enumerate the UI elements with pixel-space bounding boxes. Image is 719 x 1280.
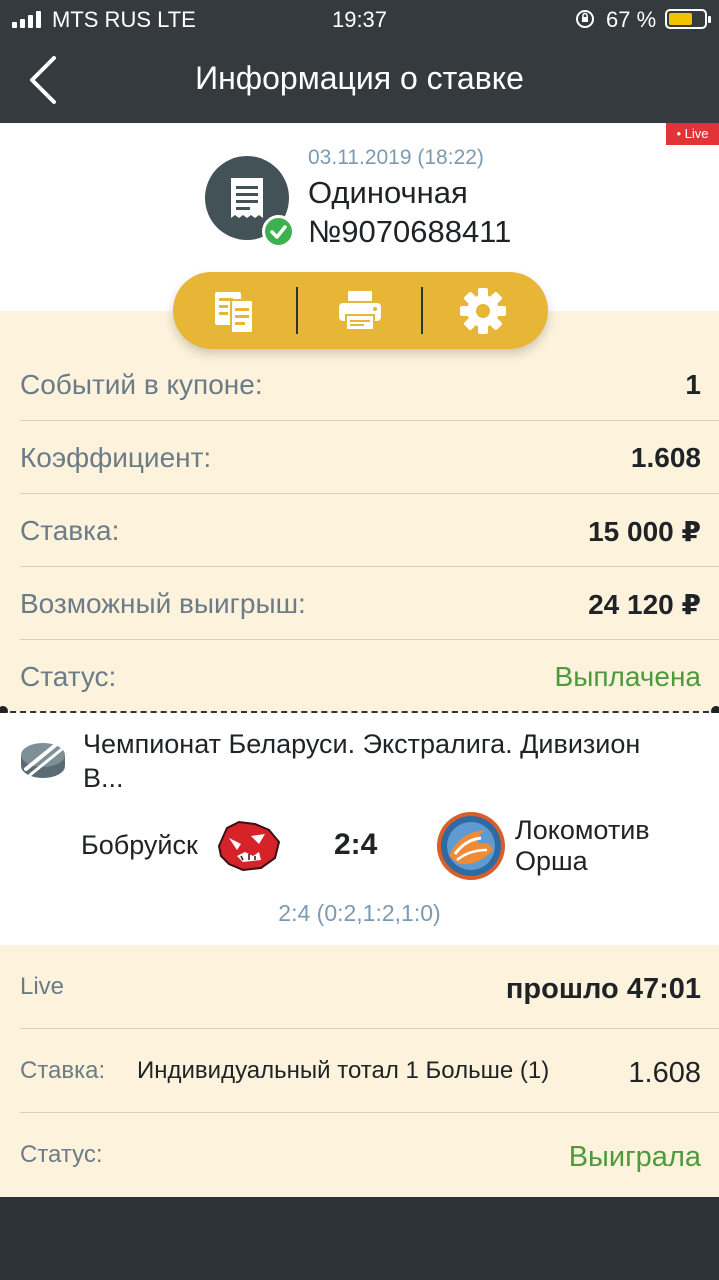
printer-icon [339, 291, 381, 331]
bet-coefficient: 1.608 [628, 1057, 701, 1089]
bet-label: Ставка: [20, 1057, 106, 1084]
elapsed-time: прошло 47:01 [505, 973, 701, 1005]
status-value: Выплачена [554, 661, 701, 692]
divider [20, 1028, 719, 1029]
bet-description: Индивидуальный тотал 1 Больше (1) [137, 1057, 550, 1084]
lokomotiv-orsha-logo [435, 810, 507, 882]
possible-win-value: 24 120 ₽ [588, 589, 701, 620]
live-label: Live [20, 973, 65, 1000]
bet-status-label: Статус: [20, 1141, 103, 1168]
divider [20, 1112, 719, 1113]
status-label: Статус: [20, 661, 117, 692]
bet-status-value: Выиграла [568, 1141, 701, 1173]
stake-value: 15 000 ₽ [588, 516, 701, 547]
league-name[interactable]: Чемпионат Беларуси. Экстралига. Дивизион… [83, 727, 683, 795]
status-bar: MTS RUS LTE 19:37 67 % [0, 0, 719, 40]
period-scores: 2:4 (0:2,1:2,1:0) [278, 900, 441, 926]
divider [20, 639, 719, 640]
stake-label: Ставка: [20, 515, 120, 546]
gear-icon [460, 288, 506, 334]
divider [20, 420, 719, 421]
match-score: 2:4 [334, 828, 378, 861]
coefficient-value: 1.608 [630, 442, 701, 473]
live-badge: • Live [666, 123, 719, 145]
bet-number: №9070688411 [308, 214, 512, 249]
copy-coupon-button[interactable] [173, 272, 297, 349]
settings-button[interactable] [423, 272, 547, 349]
coupon-summary: Событий в купоне: 1 Коэффициент: 1.608 С… [0, 311, 719, 713]
rotation-lock-icon [574, 8, 596, 36]
possible-win-label: Возможный выигрыш: [20, 588, 306, 619]
events-count-value: 1 [685, 369, 701, 400]
document-copy-icon [215, 292, 254, 334]
away-team-name: Локомотив Орша [515, 815, 650, 876]
bet-detail: Live прошло 47:01 Ставка: Индивидуальный… [0, 945, 719, 1197]
print-button[interactable] [298, 272, 422, 349]
coefficient-label: Коэффициент: [20, 442, 212, 473]
bobruisk-logo [215, 820, 283, 872]
divider [20, 493, 719, 494]
home-team-name: Бобруйск [81, 830, 198, 860]
divider [20, 566, 719, 567]
events-count-label: Событий в купоне: [20, 369, 263, 400]
bet-type: Одиночная [308, 175, 468, 210]
page-title: Информация о ставке [195, 60, 524, 96]
battery-icon [665, 9, 711, 29]
event-card: Чемпионат Беларуси. Экстралига. Дивизион… [0, 713, 719, 945]
action-toolbar [173, 272, 548, 349]
battery-percent: 67 % [606, 7, 657, 32]
hockey-puck-icon [18, 735, 68, 785]
bet-date: 03.11.2019 (18:22) [308, 146, 484, 169]
check-circle-icon [262, 215, 295, 248]
top-bar: MTS RUS LTE 19:37 67 % Информация о став… [0, 0, 719, 123]
